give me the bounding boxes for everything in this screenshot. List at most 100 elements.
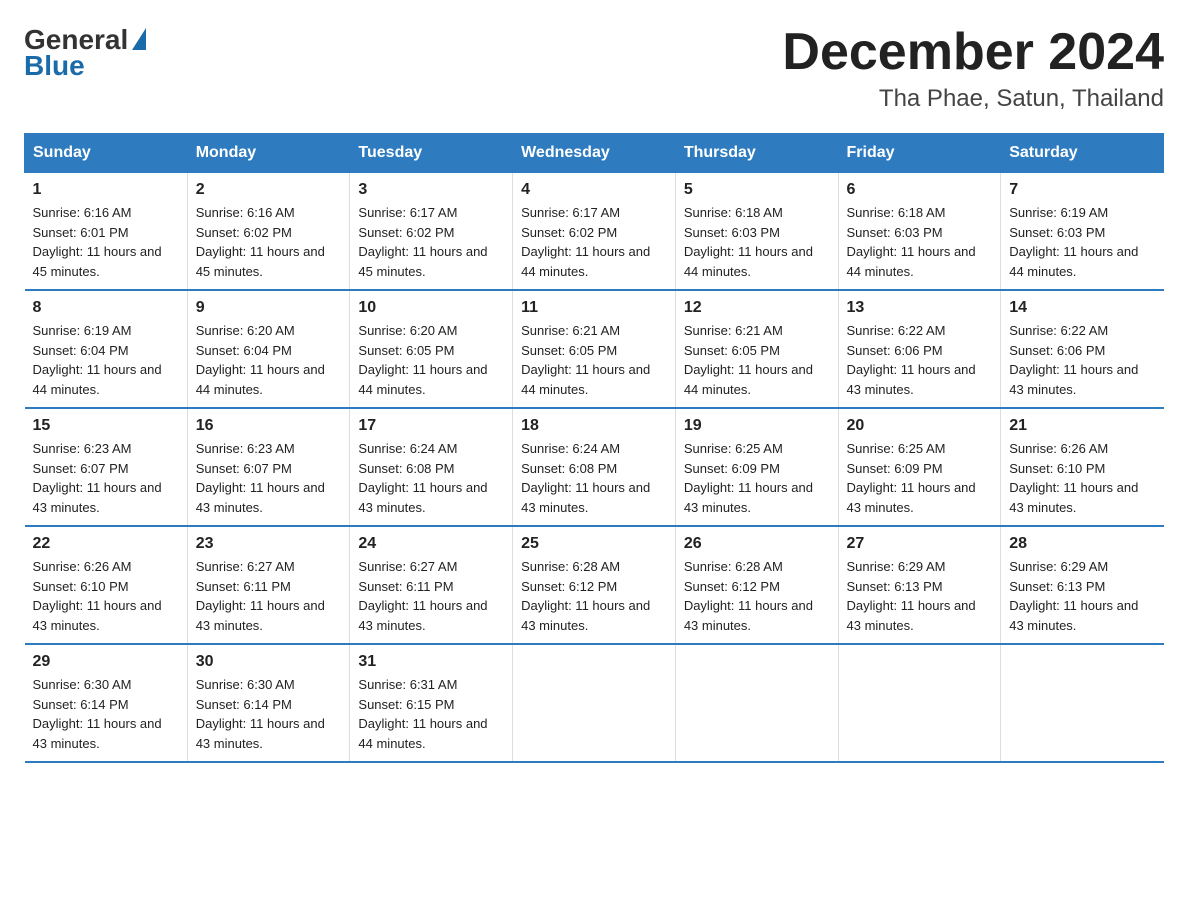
calendar-cell: 29Sunrise: 6:30 AMSunset: 6:14 PMDayligh… <box>25 644 188 762</box>
day-number: 4 <box>521 181 667 199</box>
calendar-cell: 3 Sunrise: 6:17 AMSunset: 6:02 PMDaylight… <box>350 173 513 291</box>
title-section: December 2024 Tha Phae, Satun, Thailand <box>782 24 1164 113</box>
calendar-cell: 30Sunrise: 6:30 AMSunset: 6:14 PMDayligh… <box>187 644 350 762</box>
day-number: 6 <box>847 181 993 199</box>
day-number: 23 <box>196 535 342 553</box>
calendar-cell: 16Sunrise: 6:23 AMSunset: 6:07 PMDayligh… <box>187 408 350 526</box>
calendar-cell: 17 Sunrise: 6:24 AMSunset: 6:08 PMDayligh… <box>350 408 513 526</box>
day-info: Sunrise: 6:30 AMSunset: 6:14 PMDaylight:… <box>196 675 342 753</box>
calendar-cell: 11Sunrise: 6:21 AMSunset: 6:05 PMDayligh… <box>513 290 676 408</box>
calendar-cell: 13 Sunrise: 6:22 AMSunset: 6:06 PMDayligh… <box>838 290 1001 408</box>
day-info: Sunrise: 6:28 AMSunset: 6:12 PMDaylight:… <box>684 557 830 635</box>
calendar-cell: 20 Sunrise: 6:25 AMSunset: 6:09 PMDayligh… <box>838 408 1001 526</box>
calendar-cell: 22 Sunrise: 6:26 AMSunset: 6:10 PMDayligh… <box>25 526 188 644</box>
day-info: Sunrise: 6:24 AMSunset: 6:08 PMDaylight:… <box>521 439 667 517</box>
page-header: General Blue December 2024 Tha Phae, Sat… <box>24 24 1164 113</box>
day-number: 26 <box>684 535 830 553</box>
header-tuesday: Tuesday <box>350 134 513 173</box>
day-number: 20 <box>847 417 993 435</box>
month-year-title: December 2024 <box>782 24 1164 81</box>
header-thursday: Thursday <box>675 134 838 173</box>
header-saturday: Saturday <box>1001 134 1164 173</box>
day-number: 22 <box>33 535 179 553</box>
calendar-cell: 24 Sunrise: 6:27 AMSunset: 6:11 PMDayligh… <box>350 526 513 644</box>
logo: General Blue <box>24 24 146 82</box>
day-number: 18 <box>521 417 667 435</box>
day-info: Sunrise: 6:29 AMSunset: 6:13 PMDaylight:… <box>847 557 993 635</box>
day-number: 11 <box>521 299 667 317</box>
calendar-cell: 26 Sunrise: 6:28 AMSunset: 6:12 PMDayligh… <box>675 526 838 644</box>
day-number: 17 <box>358 417 504 435</box>
day-number: 15 <box>33 417 179 435</box>
calendar-cell: 31Sunrise: 6:31 AMSunset: 6:15 PMDayligh… <box>350 644 513 762</box>
calendar-cell: 25 Sunrise: 6:28 AMSunset: 6:12 PMDayligh… <box>513 526 676 644</box>
day-info: Sunrise: 6:18 AMSunset: 6:03 PMDaylight:… <box>684 203 830 281</box>
calendar-cell: 14 Sunrise: 6:22 AMSunset: 6:06 PMDayligh… <box>1001 290 1164 408</box>
calendar-cell <box>1001 644 1164 762</box>
calendar-cell: 7Sunrise: 6:19 AMSunset: 6:03 PMDaylight… <box>1001 173 1164 291</box>
day-number: 14 <box>1009 299 1155 317</box>
day-info: Sunrise: 6:20 AMSunset: 6:05 PMDaylight:… <box>358 321 504 399</box>
calendar-cell: 19 Sunrise: 6:25 AMSunset: 6:09 PMDayligh… <box>675 408 838 526</box>
calendar-cell: 4 Sunrise: 6:17 AMSunset: 6:02 PMDaylight… <box>513 173 676 291</box>
day-info: Sunrise: 6:17 AMSunset: 6:02 PMDaylight:… <box>521 203 667 281</box>
day-number: 2 <box>196 181 342 199</box>
header-friday: Friday <box>838 134 1001 173</box>
day-number: 5 <box>684 181 830 199</box>
day-number: 13 <box>847 299 993 317</box>
calendar-header-row: SundayMondayTuesdayWednesdayThursdayFrid… <box>25 134 1164 173</box>
day-info: Sunrise: 6:23 AMSunset: 6:07 PMDaylight:… <box>33 439 179 517</box>
calendar-cell: 12 Sunrise: 6:21 AMSunset: 6:05 PMDayligh… <box>675 290 838 408</box>
day-number: 3 <box>358 181 504 199</box>
day-number: 19 <box>684 417 830 435</box>
day-number: 9 <box>196 299 342 317</box>
day-info: Sunrise: 6:26 AMSunset: 6:10 PMDaylight:… <box>33 557 179 635</box>
day-info: Sunrise: 6:22 AMSunset: 6:06 PMDaylight:… <box>1009 321 1155 399</box>
calendar-week-row: 1Sunrise: 6:16 AMSunset: 6:01 PMDaylight… <box>25 173 1164 291</box>
day-info: Sunrise: 6:31 AMSunset: 6:15 PMDaylight:… <box>358 675 504 753</box>
calendar-cell: 2Sunrise: 6:16 AMSunset: 6:02 PMDaylight… <box>187 173 350 291</box>
calendar-week-row: 29Sunrise: 6:30 AMSunset: 6:14 PMDayligh… <box>25 644 1164 762</box>
calendar-cell: 9 Sunrise: 6:20 AMSunset: 6:04 PMDaylight… <box>187 290 350 408</box>
calendar-cell: 1Sunrise: 6:16 AMSunset: 6:01 PMDaylight… <box>25 173 188 291</box>
calendar-week-row: 8Sunrise: 6:19 AMSunset: 6:04 PMDaylight… <box>25 290 1164 408</box>
day-number: 12 <box>684 299 830 317</box>
day-number: 8 <box>33 299 179 317</box>
day-info: Sunrise: 6:20 AMSunset: 6:04 PMDaylight:… <box>196 321 342 399</box>
calendar-week-row: 15 Sunrise: 6:23 AMSunset: 6:07 PMDayligh… <box>25 408 1164 526</box>
calendar-cell: 5 Sunrise: 6:18 AMSunset: 6:03 PMDaylight… <box>675 173 838 291</box>
day-info: Sunrise: 6:27 AMSunset: 6:11 PMDaylight:… <box>196 557 342 635</box>
day-number: 10 <box>358 299 504 317</box>
calendar-cell: 27 Sunrise: 6:29 AMSunset: 6:13 PMDayligh… <box>838 526 1001 644</box>
day-info: Sunrise: 6:19 AMSunset: 6:03 PMDaylight:… <box>1009 203 1155 281</box>
calendar-cell: 28Sunrise: 6:29 AMSunset: 6:13 PMDayligh… <box>1001 526 1164 644</box>
day-number: 27 <box>847 535 993 553</box>
day-info: Sunrise: 6:28 AMSunset: 6:12 PMDaylight:… <box>521 557 667 635</box>
logo-blue-text: Blue <box>24 50 85 82</box>
calendar-cell: 23 Sunrise: 6:27 AMSunset: 6:11 PMDayligh… <box>187 526 350 644</box>
day-info: Sunrise: 6:22 AMSunset: 6:06 PMDaylight:… <box>847 321 993 399</box>
day-info: Sunrise: 6:25 AMSunset: 6:09 PMDaylight:… <box>684 439 830 517</box>
location-subtitle: Tha Phae, Satun, Thailand <box>782 85 1164 113</box>
day-info: Sunrise: 6:18 AMSunset: 6:03 PMDaylight:… <box>847 203 993 281</box>
calendar-cell: 15 Sunrise: 6:23 AMSunset: 6:07 PMDayligh… <box>25 408 188 526</box>
day-info: Sunrise: 6:27 AMSunset: 6:11 PMDaylight:… <box>358 557 504 635</box>
calendar-cell: 8Sunrise: 6:19 AMSunset: 6:04 PMDaylight… <box>25 290 188 408</box>
day-number: 28 <box>1009 535 1155 553</box>
day-info: Sunrise: 6:17 AMSunset: 6:02 PMDaylight:… <box>358 203 504 281</box>
day-info: Sunrise: 6:24 AMSunset: 6:08 PMDaylight:… <box>358 439 504 517</box>
day-info: Sunrise: 6:21 AMSunset: 6:05 PMDaylight:… <box>684 321 830 399</box>
day-info: Sunrise: 6:25 AMSunset: 6:09 PMDaylight:… <box>847 439 993 517</box>
day-number: 24 <box>358 535 504 553</box>
day-number: 25 <box>521 535 667 553</box>
calendar-cell: 6 Sunrise: 6:18 AMSunset: 6:03 PMDaylight… <box>838 173 1001 291</box>
day-info: Sunrise: 6:16 AMSunset: 6:01 PMDaylight:… <box>33 203 179 281</box>
calendar-week-row: 22 Sunrise: 6:26 AMSunset: 6:10 PMDayligh… <box>25 526 1164 644</box>
header-monday: Monday <box>187 134 350 173</box>
calendar-cell: 21Sunrise: 6:26 AMSunset: 6:10 PMDayligh… <box>1001 408 1164 526</box>
calendar-cell <box>513 644 676 762</box>
day-number: 21 <box>1009 417 1155 435</box>
day-info: Sunrise: 6:30 AMSunset: 6:14 PMDaylight:… <box>33 675 179 753</box>
logo-triangle-icon <box>132 28 146 50</box>
calendar-cell: 10 Sunrise: 6:20 AMSunset: 6:05 PMDayligh… <box>350 290 513 408</box>
